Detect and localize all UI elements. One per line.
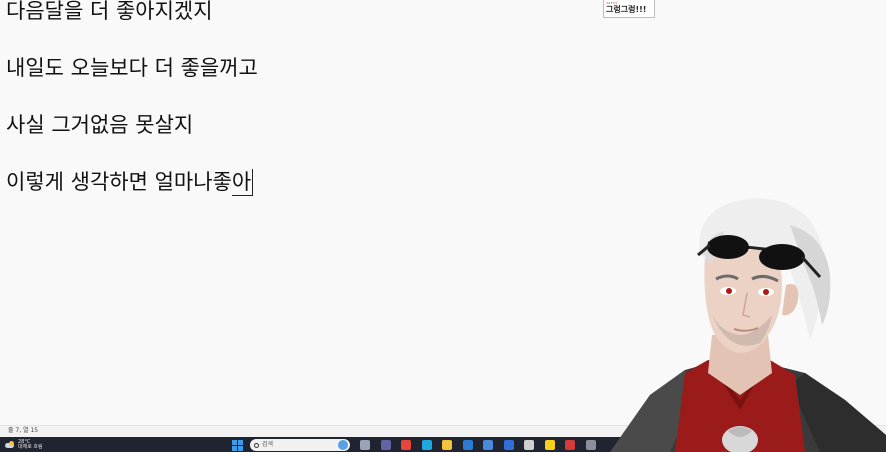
cloud-sun-icon	[4, 441, 15, 449]
mail-icon[interactable]	[462, 440, 473, 450]
windows-logo-icon-part	[238, 440, 243, 445]
vtuber-avatar	[610, 198, 886, 452]
text-line-2: 내일도 오늘보다 더 좋을꺼고	[6, 56, 258, 80]
weather-text: 28°C 대체로 흐림	[18, 440, 43, 450]
search-placeholder: 검색	[262, 441, 274, 448]
chat-overlay-message: 그렁그렁!!!	[606, 5, 647, 14]
app-blue-icon[interactable]	[503, 440, 514, 450]
cursor-position: 줄 7, 열 15	[8, 427, 39, 434]
file-explorer-icon[interactable]	[442, 440, 452, 450]
windows-logo-icon	[232, 440, 237, 445]
store-icon[interactable]	[483, 440, 493, 450]
weather-desc: 대체로 흐림	[18, 444, 43, 450]
ime-composing-char: 아	[231, 169, 254, 196]
app-red-icon[interactable]	[565, 440, 575, 450]
text-line-3: 사실 그거없음 못살지	[6, 113, 194, 137]
text-line-1: 다음달을 더 좋아지겠지	[6, 0, 213, 23]
text-line-4: 이렇게 생각하면 얼마나좋아	[6, 169, 254, 196]
teams-icon[interactable]	[380, 440, 391, 450]
start-button[interactable]	[232, 440, 243, 451]
obs-icon[interactable]	[524, 440, 534, 450]
windows-logo-icon-part	[232, 446, 237, 451]
chrome-icon[interactable]	[401, 440, 411, 450]
search-highlight-icon	[338, 440, 348, 450]
search-icon	[254, 442, 259, 448]
edge-icon[interactable]	[421, 440, 432, 450]
task-view-icon[interactable]	[360, 440, 370, 450]
kakaotalk-icon[interactable]	[544, 440, 555, 450]
weather-widget[interactable]: 28°C 대체로 흐림	[4, 439, 43, 451]
text-line-4-main: 이렇게 생각하면 얼마나좋	[6, 170, 232, 194]
windows-logo-icon-part	[238, 446, 243, 451]
chat-overlay: ∙∙∙∙∙ 그렁그렁!!!	[603, 0, 655, 18]
taskbar-search[interactable]: 검색	[250, 439, 350, 451]
